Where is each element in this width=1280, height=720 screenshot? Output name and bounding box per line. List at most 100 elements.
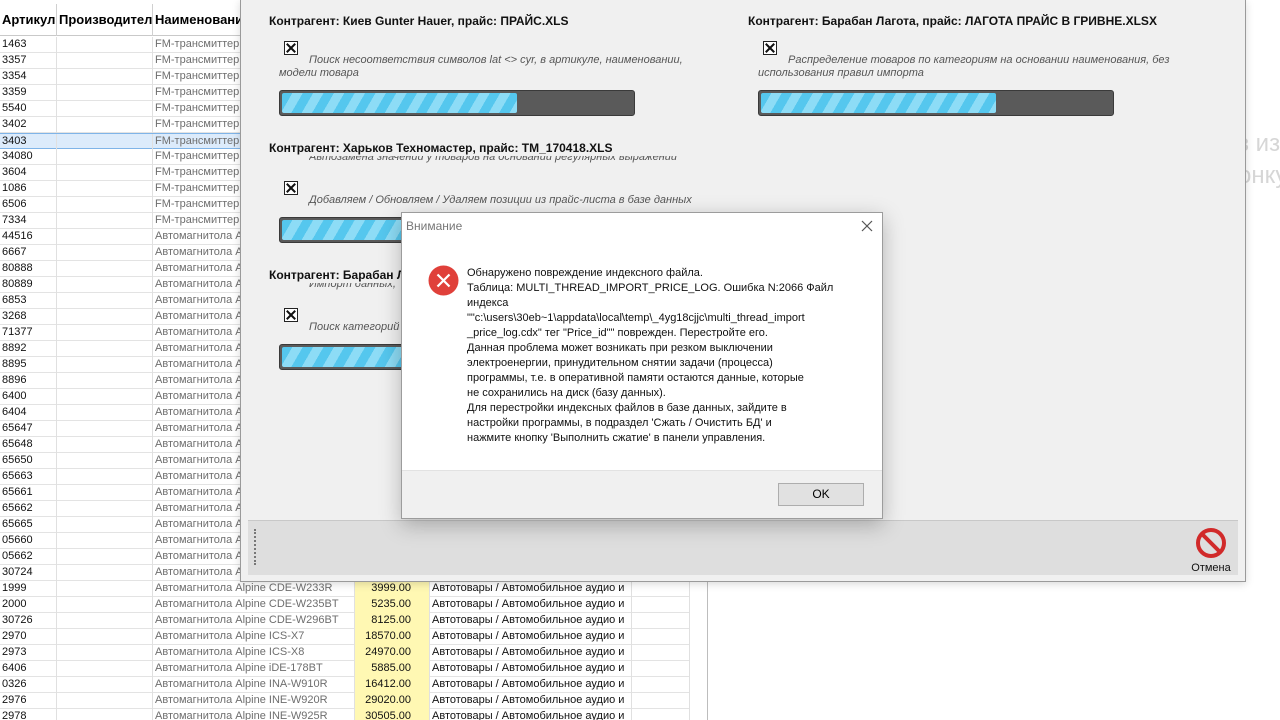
cell-manufacturer[interactable] bbox=[57, 629, 153, 645]
cell-name[interactable]: Автомагнитола Alpine ICS-X8 bbox=[153, 645, 355, 661]
cell-price[interactable]: 16412.00 bbox=[355, 677, 430, 693]
cell-manufacturer[interactable] bbox=[57, 101, 153, 117]
table-row[interactable]: 6406 Автомагнитола Alpine iDE-178BT 5885.0… bbox=[0, 661, 690, 677]
cell-article[interactable]: 3604 bbox=[0, 165, 57, 181]
cell-manufacturer[interactable] bbox=[57, 677, 153, 693]
cell-manufacturer[interactable] bbox=[57, 261, 153, 277]
cell-manufacturer[interactable] bbox=[57, 613, 153, 629]
table-row[interactable]: 2978 Автомагнитола Alpine INE-W925R 30505.… bbox=[0, 709, 690, 720]
cell-category[interactable]: Автотовары / Автомобильное аудио и bbox=[430, 597, 632, 613]
cell-manufacturer[interactable] bbox=[57, 581, 153, 597]
cell-manufacturer[interactable] bbox=[57, 85, 153, 101]
cell-article[interactable]: 6404 bbox=[0, 405, 57, 421]
cell-extra[interactable] bbox=[632, 693, 690, 709]
cell-price[interactable]: 5885.00 bbox=[355, 661, 430, 677]
cell-extra[interactable] bbox=[632, 629, 690, 645]
cell-category[interactable]: Автотовары / Автомобильное аудио и bbox=[430, 645, 632, 661]
cell-price[interactable]: 30505.00 bbox=[355, 709, 430, 720]
cell-article[interactable]: 3402 bbox=[0, 117, 57, 133]
cell-extra[interactable] bbox=[632, 645, 690, 661]
cell-extra[interactable] bbox=[632, 613, 690, 629]
cell-manufacturer[interactable] bbox=[57, 134, 153, 150]
cell-manufacturer[interactable] bbox=[57, 421, 153, 437]
cell-name[interactable]: Автомагнитола Alpine INA-W910R bbox=[153, 677, 355, 693]
cell-article[interactable]: 1086 bbox=[0, 181, 57, 197]
cell-manufacturer[interactable] bbox=[57, 277, 153, 293]
cell-article[interactable]: 3403 bbox=[0, 134, 57, 150]
cell-article[interactable]: 65647 bbox=[0, 421, 57, 437]
cell-manufacturer[interactable] bbox=[57, 181, 153, 197]
cell-manufacturer[interactable] bbox=[57, 149, 153, 165]
cell-manufacturer[interactable] bbox=[57, 341, 153, 357]
cell-article[interactable]: 05662 bbox=[0, 549, 57, 565]
cell-category[interactable]: Автотовары / Автомобильное аудио и bbox=[430, 629, 632, 645]
cell-name[interactable]: Автомагнитола Alpine ICS-X7 bbox=[153, 629, 355, 645]
cell-manufacturer[interactable] bbox=[57, 597, 153, 613]
cell-article[interactable]: 71377 bbox=[0, 325, 57, 341]
cell-article[interactable]: 6400 bbox=[0, 389, 57, 405]
cell-article[interactable]: 65650 bbox=[0, 453, 57, 469]
cell-article[interactable]: 30726 bbox=[0, 613, 57, 629]
close-button[interactable] bbox=[858, 217, 876, 235]
cell-manufacturer[interactable] bbox=[57, 661, 153, 677]
cell-article[interactable]: 8895 bbox=[0, 357, 57, 373]
cell-extra[interactable] bbox=[632, 677, 690, 693]
panel-checkbox[interactable] bbox=[763, 41, 777, 55]
cell-name[interactable]: Автомагнитола Alpine CDE-W235BT bbox=[153, 597, 355, 613]
cell-article[interactable]: 6667 bbox=[0, 245, 57, 261]
cell-category[interactable]: Автотовары / Автомобильное аудио и bbox=[430, 693, 632, 709]
cell-article[interactable]: 6853 bbox=[0, 293, 57, 309]
cell-article[interactable]: 1999 bbox=[0, 581, 57, 597]
cell-article[interactable]: 8892 bbox=[0, 341, 57, 357]
cell-article[interactable]: 65662 bbox=[0, 501, 57, 517]
cell-article[interactable]: 0326 bbox=[0, 677, 57, 693]
cell-article[interactable]: 6406 bbox=[0, 661, 57, 677]
cell-manufacturer[interactable] bbox=[57, 213, 153, 229]
cell-extra[interactable] bbox=[632, 661, 690, 677]
cell-manufacturer[interactable] bbox=[57, 229, 153, 245]
cell-manufacturer[interactable] bbox=[57, 245, 153, 261]
cell-price[interactable]: 5235.00 bbox=[355, 597, 430, 613]
cell-extra[interactable] bbox=[632, 581, 690, 597]
cell-article[interactable]: 2978 bbox=[0, 709, 57, 720]
cell-article[interactable]: 3268 bbox=[0, 309, 57, 325]
cell-manufacturer[interactable] bbox=[57, 69, 153, 85]
cell-article[interactable]: 2973 bbox=[0, 645, 57, 661]
cell-manufacturer[interactable] bbox=[57, 293, 153, 309]
cell-article[interactable]: 2000 bbox=[0, 597, 57, 613]
cell-article[interactable]: 65663 bbox=[0, 469, 57, 485]
cell-manufacturer[interactable] bbox=[57, 693, 153, 709]
cell-manufacturer[interactable] bbox=[57, 53, 153, 69]
cell-price[interactable]: 24970.00 bbox=[355, 645, 430, 661]
cell-category[interactable]: Автотовары / Автомобильное аудио и bbox=[430, 709, 632, 720]
cell-manufacturer[interactable] bbox=[57, 645, 153, 661]
table-row[interactable]: 2976 Автомагнитола Alpine INE-W920R 29020.… bbox=[0, 693, 690, 709]
cell-name[interactable]: Автомагнитола Alpine CDE-W296BT bbox=[153, 613, 355, 629]
cell-category[interactable]: Автотовары / Автомобильное аудио и bbox=[430, 661, 632, 677]
cell-manufacturer[interactable] bbox=[57, 533, 153, 549]
cell-manufacturer[interactable] bbox=[57, 37, 153, 53]
cell-manufacturer[interactable] bbox=[57, 565, 153, 581]
table-row[interactable]: 2973 Автомагнитола Alpine ICS-X8 24970.00 А… bbox=[0, 645, 690, 661]
cell-article[interactable]: 34080 bbox=[0, 149, 57, 165]
table-row[interactable]: 0326 Автомагнитола Alpine INA-W910R 16412.… bbox=[0, 677, 690, 693]
cell-article[interactable]: 05660 bbox=[0, 533, 57, 549]
cell-article[interactable]: 44516 bbox=[0, 229, 57, 245]
cell-article[interactable]: 1463 bbox=[0, 37, 57, 53]
table-row[interactable]: 2000 Автомагнитола Alpine CDE-W235BT 5235.… bbox=[0, 597, 690, 613]
cell-manufacturer[interactable] bbox=[57, 325, 153, 341]
cell-manufacturer[interactable] bbox=[57, 197, 153, 213]
cell-price[interactable]: 3999.00 bbox=[355, 581, 430, 597]
cell-price[interactable]: 18570.00 bbox=[355, 629, 430, 645]
cell-article[interactable]: 2970 bbox=[0, 629, 57, 645]
resize-grip[interactable] bbox=[254, 529, 256, 565]
table-row[interactable]: 2970 Автомагнитола Alpine ICS-X7 18570.00 А… bbox=[0, 629, 690, 645]
cell-category[interactable]: Автотовары / Автомобильное аудио и bbox=[430, 613, 632, 629]
header-manufacturer[interactable]: Производитель bbox=[57, 4, 153, 36]
cell-article[interactable]: 8896 bbox=[0, 373, 57, 389]
cell-article[interactable]: 80888 bbox=[0, 261, 57, 277]
table-row[interactable]: 1999 Автомагнитола Alpine CDE-W233R 3999.0… bbox=[0, 581, 690, 597]
cell-article[interactable]: 65661 bbox=[0, 485, 57, 501]
cell-article[interactable]: 3357 bbox=[0, 53, 57, 69]
cell-manufacturer[interactable] bbox=[57, 389, 153, 405]
